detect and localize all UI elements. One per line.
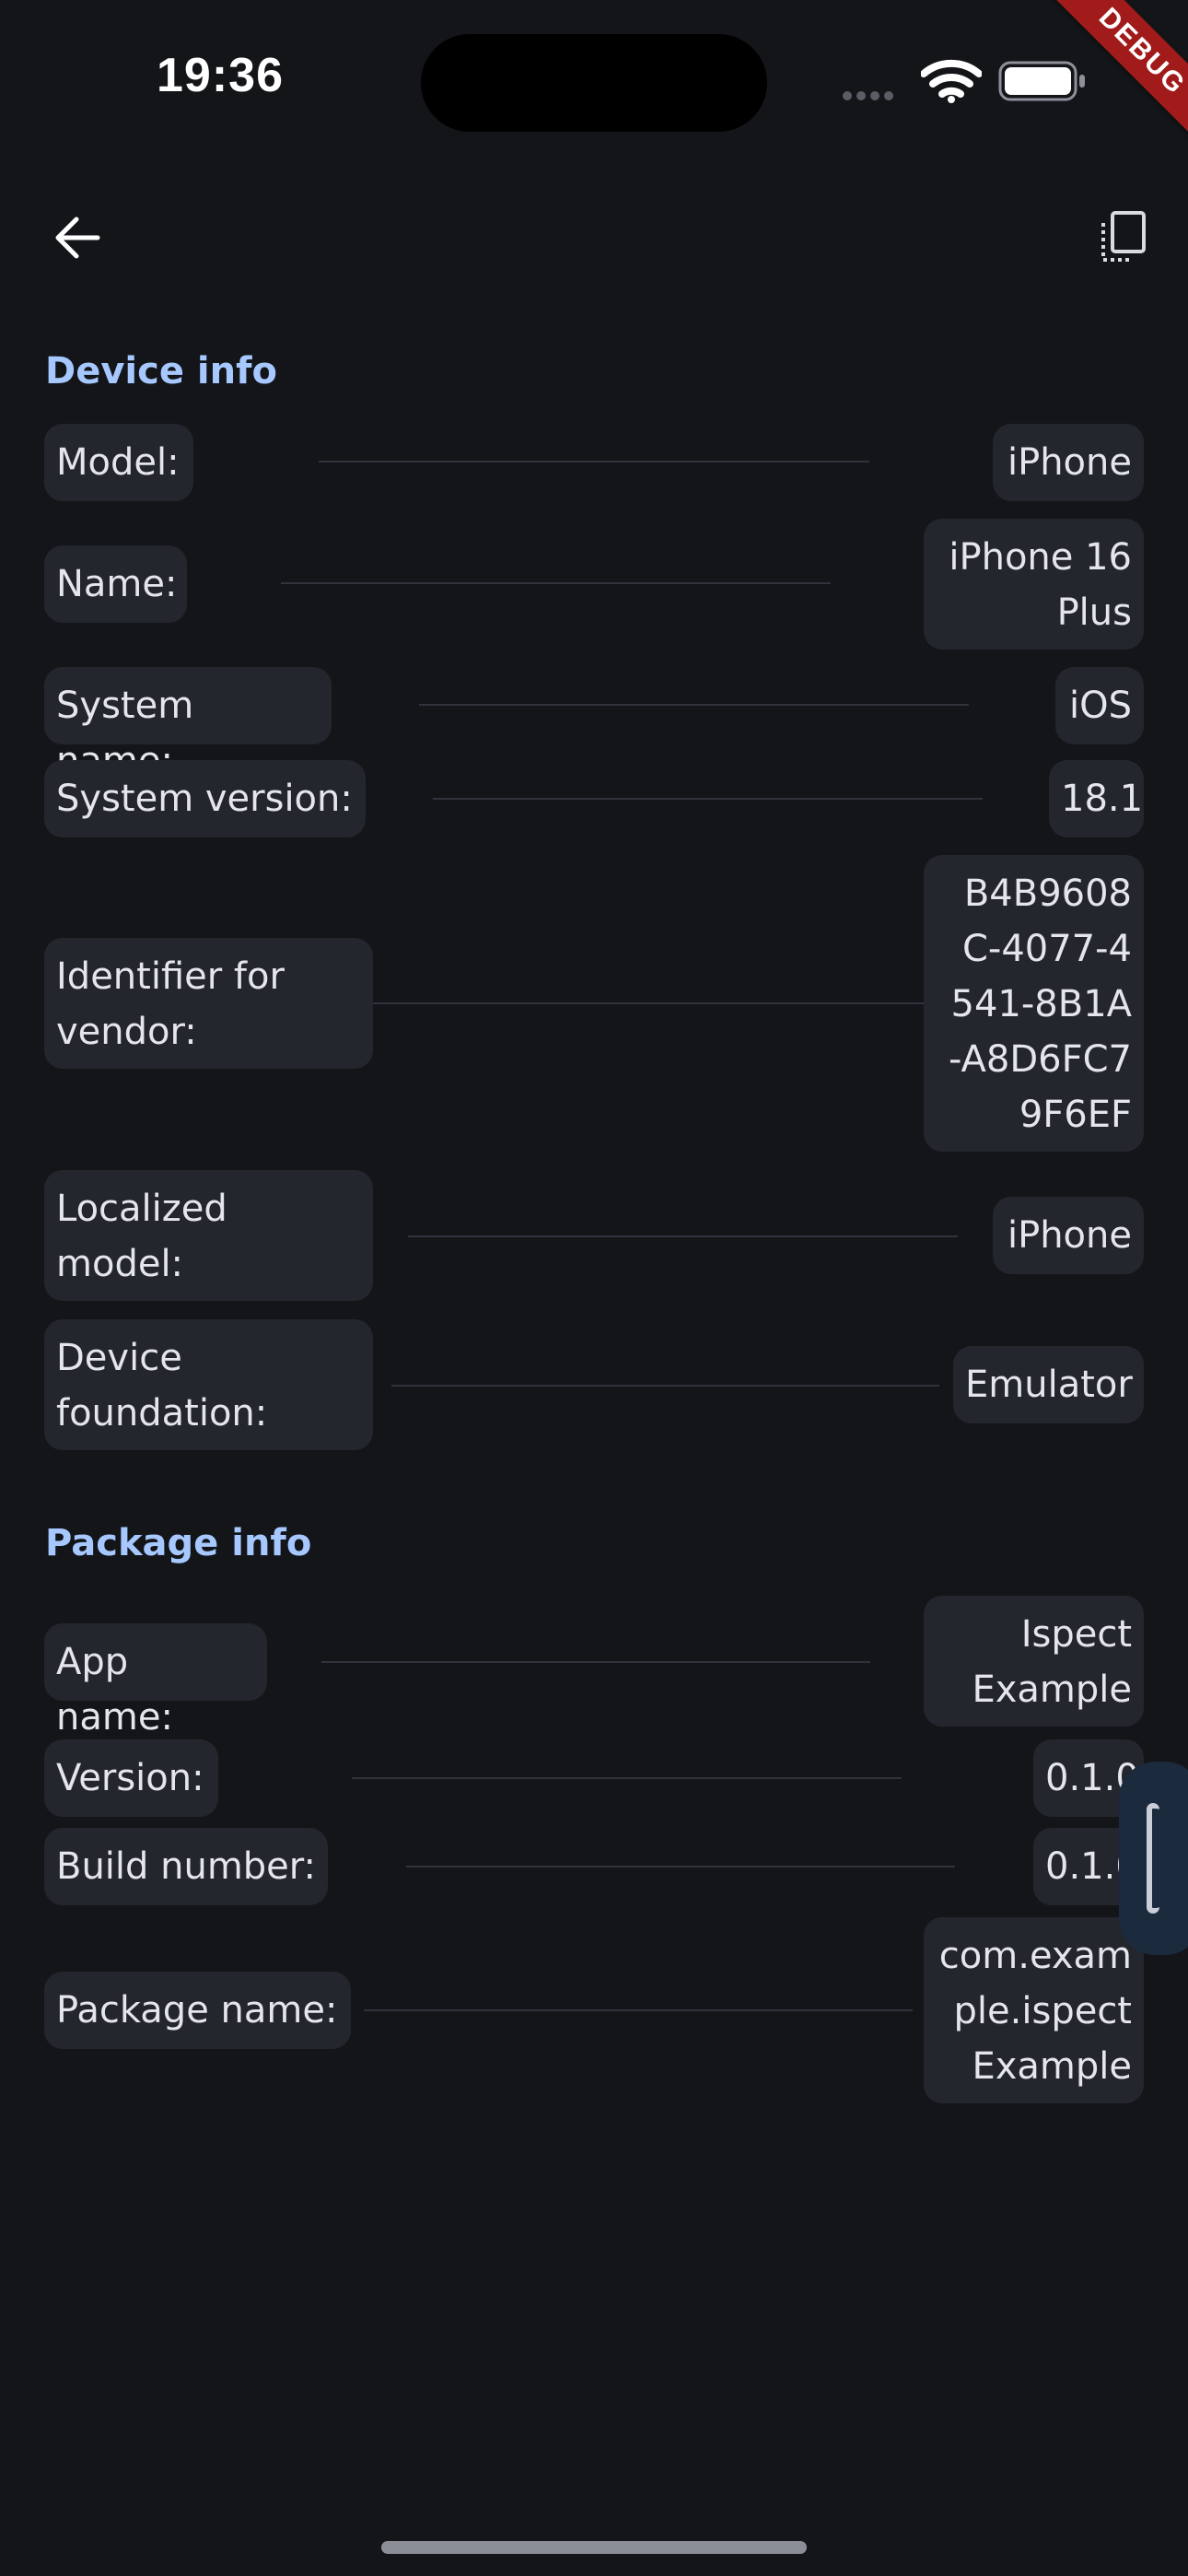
status-time: 19:36 bbox=[157, 49, 284, 102]
row-label: Package name: bbox=[44, 1972, 351, 2049]
handle-grip-icon bbox=[1147, 1803, 1159, 1914]
battery-icon bbox=[998, 61, 1087, 105]
wifi-icon bbox=[920, 59, 983, 107]
row-label: Device foundation: bbox=[44, 1319, 373, 1450]
row-value: Emulator bbox=[953, 1346, 1144, 1423]
row-divider bbox=[373, 1002, 924, 1004]
row-divider bbox=[406, 1866, 955, 1868]
row-label: Version: bbox=[44, 1739, 218, 1817]
row-label: Localized model: bbox=[44, 1170, 373, 1301]
row-label: Identifier for vendor: bbox=[44, 938, 373, 1069]
row-label: System version: bbox=[44, 760, 366, 837]
row-divider bbox=[364, 2009, 913, 2011]
row-divider bbox=[419, 704, 969, 706]
back-button[interactable] bbox=[42, 205, 112, 275]
row-value: com.exam ple.ispect Example bbox=[924, 1917, 1144, 2103]
row-value: iPhone 16 Plus bbox=[924, 519, 1144, 650]
floating-inspector-handle[interactable] bbox=[1119, 1762, 1188, 1955]
row-divider bbox=[352, 1777, 902, 1779]
section-title-device-info: Device info bbox=[45, 350, 277, 392]
row-label: App name: bbox=[44, 1623, 267, 1739]
row-divider bbox=[433, 798, 983, 800]
dynamic-island bbox=[421, 34, 767, 132]
row-value: iPhone bbox=[993, 424, 1144, 501]
copy-button[interactable] bbox=[1087, 205, 1157, 275]
row-label: Model: bbox=[44, 424, 193, 501]
copy-clipboard-icon bbox=[1096, 210, 1147, 269]
row-divider bbox=[281, 582, 831, 584]
row-label: Name: bbox=[44, 545, 187, 623]
arrow-left-icon bbox=[52, 212, 103, 267]
row-divider bbox=[408, 1235, 958, 1237]
row-value: 18.1 bbox=[1049, 760, 1144, 837]
row-value: iPhone bbox=[993, 1197, 1144, 1274]
row-label: Build number: bbox=[44, 1828, 328, 1905]
row-value: iOS bbox=[1055, 667, 1144, 744]
row-divider bbox=[321, 1661, 870, 1663]
home-indicator[interactable] bbox=[381, 2541, 807, 2554]
row-divider bbox=[391, 1385, 939, 1387]
row-divider bbox=[319, 461, 869, 463]
row-value: Ispect Example bbox=[924, 1596, 1144, 1727]
cellular-signal-icon bbox=[843, 87, 898, 104]
section-title-package-info: Package info bbox=[45, 1522, 312, 1564]
row-label: System name: bbox=[44, 667, 332, 782]
row-value: B4B9608 C-4077-4 541-8B1A -A8D6FC7 9F6EF bbox=[924, 855, 1144, 1152]
